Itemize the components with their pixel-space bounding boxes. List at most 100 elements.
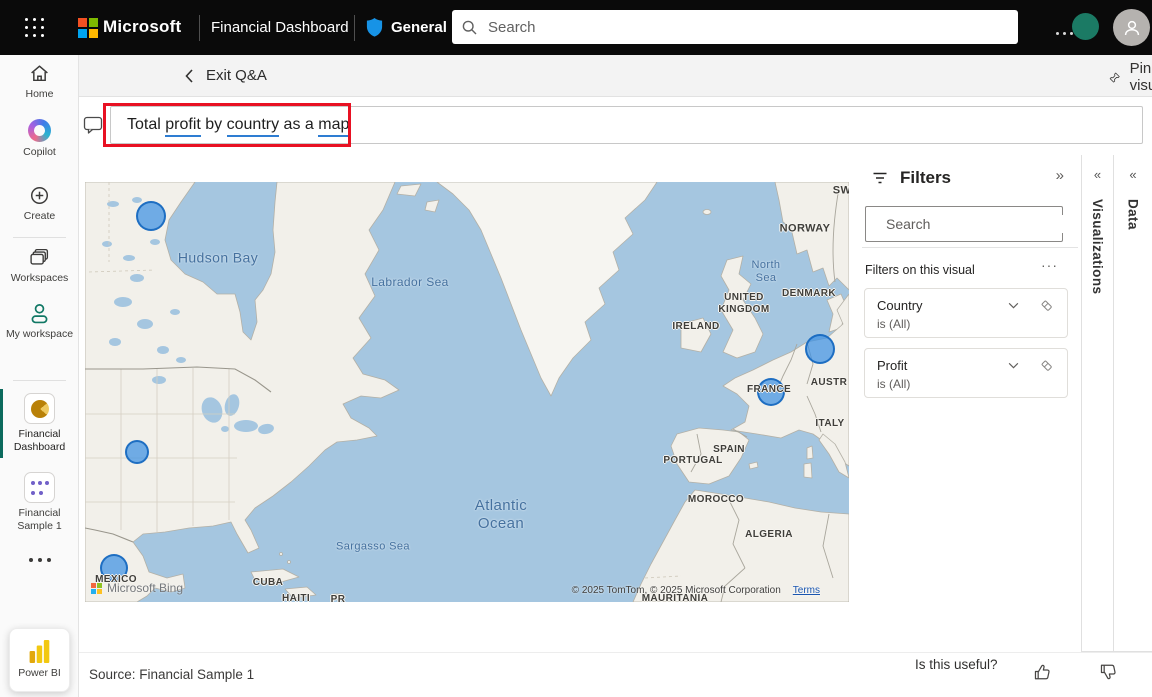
map-country-label: SPAIN xyxy=(713,444,745,456)
map-country-label: PORTUGAL xyxy=(663,455,722,467)
divider xyxy=(199,15,200,41)
chevron-down-icon[interactable] xyxy=(1002,296,1024,314)
filters-section-label: Filters on this visual xyxy=(865,263,975,277)
question-term[interactable]: country xyxy=(227,116,279,137)
source-label: Source: Financial Sample 1 xyxy=(89,667,254,682)
search-icon xyxy=(462,20,477,35)
map-country-label: PR xyxy=(331,594,346,602)
sidebar-item-label: Workspaces xyxy=(6,272,74,285)
eraser-icon[interactable] xyxy=(1035,296,1057,314)
sidebar-item-workspaces[interactable]: Workspaces xyxy=(0,247,79,285)
sidebar-item-label: Copilot xyxy=(6,146,74,159)
global-search-box[interactable] xyxy=(452,10,1018,44)
visualizations-pane-label: Visualizations xyxy=(1090,199,1105,294)
sidebar-item-label: Create xyxy=(6,210,74,223)
map-country-label: SW xyxy=(833,184,849,197)
map-country-label: ALGERIA xyxy=(745,529,793,541)
thumbs-up-icon xyxy=(1033,663,1051,681)
thumbs-up-button[interactable] xyxy=(1029,659,1055,685)
map-country-label: IRELAND xyxy=(672,321,719,333)
question-word[interactable]: Total xyxy=(127,116,165,135)
workspaces-icon xyxy=(29,247,50,268)
home-icon xyxy=(29,63,50,84)
pin-icon xyxy=(1109,69,1121,86)
question-term[interactable]: profit xyxy=(165,116,201,137)
sidebar-item-financial-dashboard[interactable]: Financial Dashboard xyxy=(0,393,79,454)
powerbi-qna-screen: Microsoft Financial Dashboard General Ho… xyxy=(0,0,1152,697)
map-country-label: DENMARK xyxy=(782,288,836,300)
sidebar-item-my-workspace[interactable]: My workspace xyxy=(0,303,79,341)
sidebar-item-label: My workspace xyxy=(6,328,74,341)
top-app-bar: Microsoft Financial Dashboard General xyxy=(0,0,1152,55)
collapse-filters-icon[interactable]: » xyxy=(1056,167,1064,184)
question-word[interactable]: by xyxy=(201,116,227,135)
sidebar-more-icon[interactable] xyxy=(0,558,79,562)
eraser-icon[interactable] xyxy=(1035,356,1057,374)
terms-link[interactable]: Terms xyxy=(793,585,820,596)
filters-more-icon[interactable]: ··· xyxy=(1041,257,1058,273)
filter-field-name: Profit xyxy=(877,358,1002,373)
pin-visual-label: Pin visual xyxy=(1130,60,1152,94)
filter-condition: is (All) xyxy=(877,317,1057,331)
back-chevron-icon[interactable] xyxy=(177,64,201,88)
qna-footer: Source: Financial Sample 1 Is this usefu… xyxy=(79,652,1152,697)
account-avatar[interactable] xyxy=(1113,9,1150,46)
filter-card-country[interactable]: Country is (All) xyxy=(864,288,1068,338)
map-label-layer: Hudson BayLabrador SeaNorth SeaAtlantic … xyxy=(85,182,849,602)
filter-card-profit[interactable]: Profit is (All) xyxy=(864,348,1068,398)
filter-icon xyxy=(871,170,889,186)
filters-pane-title: Filters xyxy=(900,168,951,188)
sidebar-item-label: Home xyxy=(6,88,74,101)
divider xyxy=(862,247,1078,248)
expand-icon[interactable]: « xyxy=(1114,167,1152,182)
pin-visual-button[interactable]: Pin visual xyxy=(1109,63,1152,91)
left-nav-sidebar: Home Copilot Create Workspaces My worksp… xyxy=(0,55,79,697)
filters-search-box[interactable] xyxy=(865,206,1063,242)
qna-header-bar: Exit Q&A Pin visual xyxy=(79,55,1152,97)
thumbs-down-button[interactable] xyxy=(1095,659,1121,685)
waffle-menu-icon[interactable] xyxy=(23,16,47,40)
sidebar-item-home[interactable]: Home xyxy=(0,63,79,101)
speech-bubble-icon xyxy=(83,115,103,135)
ellipsis-dots-icon xyxy=(1056,32,1073,35)
bing-watermark: Microsoft Bing xyxy=(91,581,183,595)
question-term[interactable]: map xyxy=(318,116,349,137)
microsoft-logo-icon xyxy=(91,583,102,594)
map-visual[interactable]: Hudson BayLabrador SeaNorth SeaAtlantic … xyxy=(85,182,849,602)
qa-question-text: Total profit by country as a map xyxy=(127,116,349,134)
divider xyxy=(354,15,355,41)
map-sea-label: North Sea xyxy=(752,259,781,285)
filters-search-input[interactable] xyxy=(884,215,1069,233)
presence-badge xyxy=(1072,13,1099,40)
qna-question-input[interactable]: Total profit by country as a map xyxy=(110,106,1143,144)
filter-field-name: Country xyxy=(877,298,1002,313)
map-sea-label: Atlantic Ocean xyxy=(475,497,527,533)
financial-sample-dataset-icon xyxy=(24,472,55,503)
chevron-down-icon[interactable] xyxy=(1002,356,1024,374)
product-name: Microsoft xyxy=(103,17,181,37)
financial-dashboard-app-icon xyxy=(24,393,55,424)
feedback-question: Is this useful? xyxy=(915,657,998,672)
expand-icon[interactable]: « xyxy=(1082,167,1113,182)
sensitivity-label[interactable]: General xyxy=(391,19,447,36)
sidebar-item-copilot[interactable]: Copilot xyxy=(0,119,79,159)
map-country-label: NORWAY xyxy=(780,222,831,235)
copilot-icon xyxy=(28,119,51,142)
sidebar-item-label: Financial Dashboard xyxy=(6,428,74,454)
global-search-input[interactable] xyxy=(486,18,1008,37)
powerbi-app-button[interactable]: Power BI xyxy=(9,628,70,692)
question-word[interactable]: as a xyxy=(279,116,318,135)
thumbs-down-icon xyxy=(1099,663,1117,681)
bing-watermark-label: Microsoft Bing xyxy=(107,581,183,595)
map-country-label: HAITI xyxy=(282,593,310,602)
app-title[interactable]: Financial Dashboard xyxy=(211,19,349,36)
sidebar-item-label: Financial Sample 1 xyxy=(6,507,74,533)
exit-qna-button[interactable]: Exit Q&A xyxy=(206,67,267,84)
sidebar-item-financial-sample-1[interactable]: Financial Sample 1 xyxy=(0,472,79,533)
sidebar-item-create[interactable]: Create xyxy=(0,185,79,223)
powerbi-label: Power BI xyxy=(6,667,74,680)
map-attribution: © 2025 TomTom, © 2025 Microsoft Corporat… xyxy=(572,585,820,596)
data-pane-tab[interactable]: « Data xyxy=(1113,155,1152,652)
visualizations-pane-tab[interactable]: « Visualizations xyxy=(1081,155,1113,652)
map-sea-label: Labrador Sea xyxy=(371,275,449,289)
